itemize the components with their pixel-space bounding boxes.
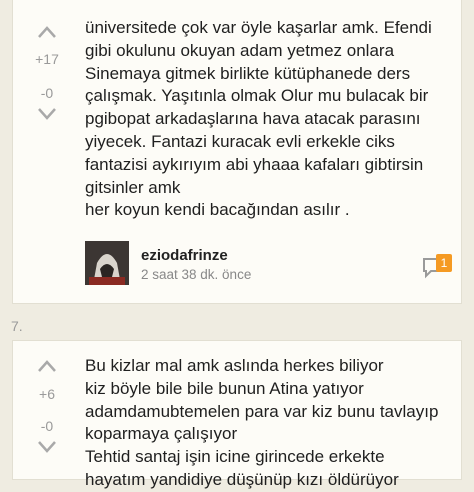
entry-line: üniversitede çok var öyle kaşarlar amk. …	[85, 18, 432, 37]
entry-text: üniversitede çok var öyle kaşarlar amk. …	[85, 17, 445, 222]
downvote-count: -0	[40, 418, 54, 434]
entry-line: hayatım yandidiye düşünüp kızı öldürüyor	[85, 469, 399, 489]
entry-line: çalışmak. Yaşıtınla olmak Olur mu bulaca…	[85, 86, 429, 106]
chevron-down-icon[interactable]	[37, 107, 57, 121]
author-name[interactable]: eziodafrinze	[141, 247, 228, 264]
entry-card: +6 -0 Bu kizlar mal amk aslında herkes b…	[12, 340, 462, 489]
comment-count-badge[interactable]: 1	[436, 254, 452, 272]
entry-timestamp[interactable]: 2 saat 38 dk. önce	[141, 267, 251, 282]
entry-line: adamdamubtemelen para var kiz bunu tavla…	[85, 401, 439, 421]
entry-line: pgibopat arkadaşlarına hava atacak paras…	[85, 109, 421, 129]
chevron-up-icon[interactable]	[37, 359, 57, 373]
entry-line: Sinemaya gitmek birlikte kütüphanede der…	[85, 63, 411, 83]
upvote-count: +17	[35, 51, 59, 67]
entry-line: kiz böyle bile bile bunun Atina yatıyor	[85, 378, 364, 398]
avatar[interactable]	[85, 241, 129, 285]
entry-number: 7.	[11, 318, 23, 334]
downvote-count: -0	[40, 85, 54, 101]
chevron-up-icon[interactable]	[37, 25, 57, 39]
entry-line: gibi okulunu okuyan adam yetmez onlara	[85, 40, 395, 60]
entry-line: yiyecek. Fantazi kuracak evli erkekle ci…	[85, 131, 395, 151]
upvote-count: +6	[39, 386, 55, 402]
chevron-down-icon[interactable]	[37, 440, 57, 454]
entry-line: koparmaya çalışıyor	[85, 424, 238, 444]
entry-text: Bu kizlar mal amk aslında herkes biliyor…	[85, 355, 445, 492]
avatar-image	[85, 241, 129, 285]
entry-line: Bu kizlar mal amk aslında herkes biliyor	[85, 356, 384, 375]
entry-line: fantazisi aykırıyım abi yhaaa kafaları g…	[85, 154, 424, 174]
entry-line: Tehtid santaj işin icine girincede erkek…	[85, 447, 385, 467]
entry-line: her koyun kendi bacağından asılır .	[85, 200, 350, 220]
entry-card: +17 -0 üniversitede çok var öyle kaşarla…	[12, 0, 462, 304]
entry-line: gitsinler amk	[85, 177, 181, 197]
